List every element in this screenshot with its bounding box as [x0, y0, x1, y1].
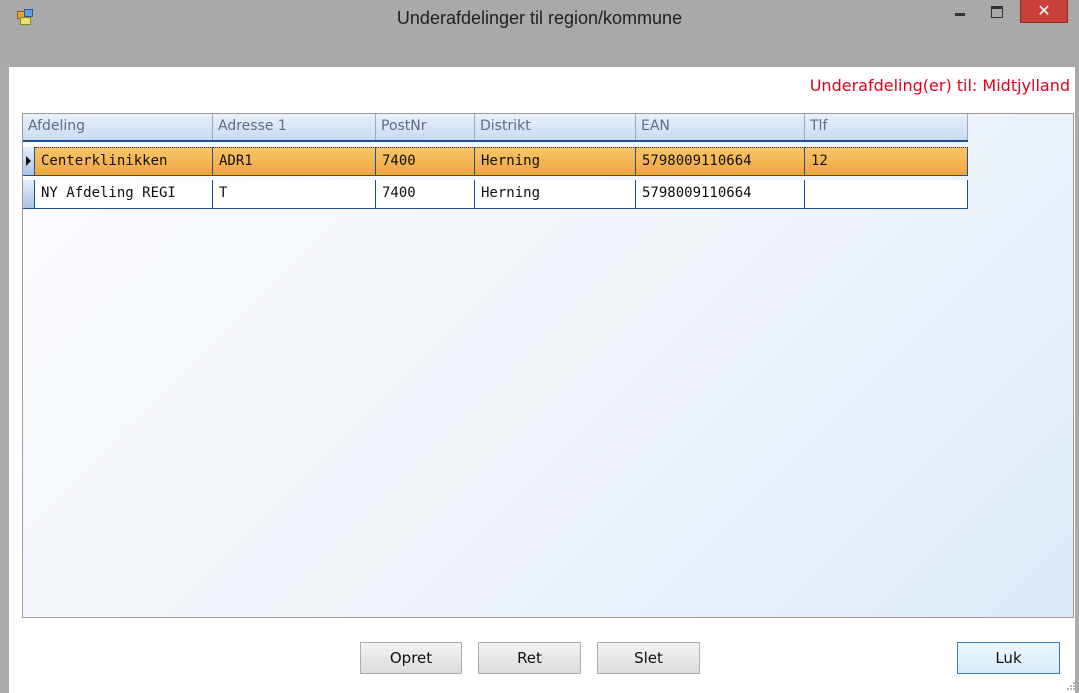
opret-button[interactable]: Opret	[360, 642, 462, 674]
cell-adresse[interactable]: ADR1	[213, 147, 376, 176]
current-row-arrow-icon	[26, 156, 31, 166]
minimize-icon	[955, 13, 965, 16]
ret-button[interactable]: Ret	[478, 642, 581, 674]
row-header[interactable]	[23, 180, 35, 209]
cell-postnr[interactable]: 7400	[376, 180, 475, 209]
maximize-button[interactable]	[980, 0, 1014, 24]
close-button[interactable]: ✕	[1020, 0, 1068, 23]
title-bar[interactable]: Underafdelinger til region/kommune ✕	[0, 0, 1079, 66]
minimize-button[interactable]	[943, 0, 977, 24]
maximize-icon	[991, 6, 1003, 18]
cell-ean[interactable]: 5798009110664	[636, 180, 805, 209]
column-header-ean[interactable]: EAN	[636, 114, 805, 142]
subdepartment-grid[interactable]: Afdeling Adresse 1 PostNr Distrikt EAN T…	[22, 113, 1074, 618]
luk-button[interactable]: Luk	[957, 642, 1060, 674]
window-title: Underafdelinger til region/kommune	[396, 8, 683, 28]
column-header-tlf[interactable]: Tlf	[805, 114, 968, 142]
table-row[interactable]: Centerklinikken ADR1 7400 Herning 579800…	[23, 147, 968, 176]
cell-postnr[interactable]: 7400	[376, 147, 475, 176]
row-header[interactable]	[23, 147, 35, 176]
cell-afdeling[interactable]: NY Afdeling REGI	[35, 180, 213, 209]
cell-tlf[interactable]	[805, 180, 968, 209]
cell-distrikt[interactable]: Herning	[475, 180, 636, 209]
column-header-adresse[interactable]: Adresse 1	[213, 114, 376, 142]
resize-grip[interactable]	[1067, 682, 1075, 690]
cell-afdeling[interactable]: Centerklinikken	[35, 147, 213, 176]
cell-ean[interactable]: 5798009110664	[636, 147, 805, 176]
cell-tlf[interactable]: 12	[805, 147, 968, 176]
close-icon: ✕	[1037, 1, 1051, 20]
cell-distrikt[interactable]: Herning	[475, 147, 636, 176]
column-header-afdeling[interactable]: Afdeling	[23, 114, 213, 142]
parent-region-label: Underafdeling(er) til: Midtjylland	[809, 76, 1070, 95]
table-row[interactable]: NY Afdeling REGI T 7400 Herning 57980091…	[23, 180, 968, 209]
cell-adresse[interactable]: T	[213, 180, 376, 209]
column-header-distrikt[interactable]: Distrikt	[475, 114, 636, 142]
slet-button[interactable]: Slet	[597, 642, 700, 674]
column-header-postnr[interactable]: PostNr	[376, 114, 475, 142]
